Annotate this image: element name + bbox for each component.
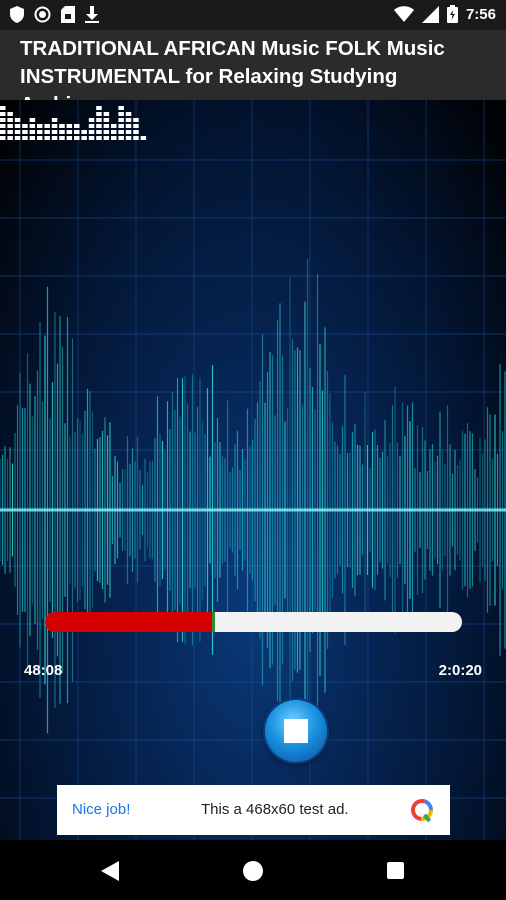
waveform-image <box>0 100 506 840</box>
battery-icon <box>446 5 458 23</box>
ad-nice-label: Nice job! <box>72 801 131 818</box>
stop-icon <box>284 719 308 743</box>
sim-card-icon <box>61 6 75 23</box>
equalizer-icon <box>0 106 147 140</box>
page-title: TRADITIONAL AFRICAN Music FOLK Music INS… <box>20 37 445 100</box>
record-icon <box>34 6 51 23</box>
recents-icon[interactable] <box>387 862 404 879</box>
stop-button[interactable] <box>265 700 327 762</box>
title-bar: TRADITIONAL AFRICAN Music FOLK Music INS… <box>0 30 506 100</box>
waveform-background: 48:08 2:0:20 <box>0 100 506 840</box>
system-icons: 7:56 <box>393 5 496 23</box>
ad-text: This a 468x60 test ad. <box>201 801 349 818</box>
back-icon[interactable] <box>101 861 119 881</box>
status-bar: 7:56 <box>0 0 506 30</box>
total-time: 2:0:20 <box>438 662 482 679</box>
shield-icon <box>10 6 24 23</box>
clock: 7:56 <box>465 5 496 23</box>
download-icon <box>85 6 99 23</box>
ad-logo-icon <box>411 799 433 823</box>
elapsed-time: 48:08 <box>24 662 63 679</box>
wifi-icon <box>393 6 414 22</box>
notification-icons <box>10 6 99 23</box>
nav-bar <box>0 840 506 900</box>
progress-fill <box>45 612 215 632</box>
home-icon[interactable] <box>243 861 263 881</box>
progress-bar[interactable] <box>45 612 462 632</box>
ad-banner[interactable]: Nice job! This a 468x60 test ad. <box>57 785 450 835</box>
signal-icon <box>421 5 439 23</box>
